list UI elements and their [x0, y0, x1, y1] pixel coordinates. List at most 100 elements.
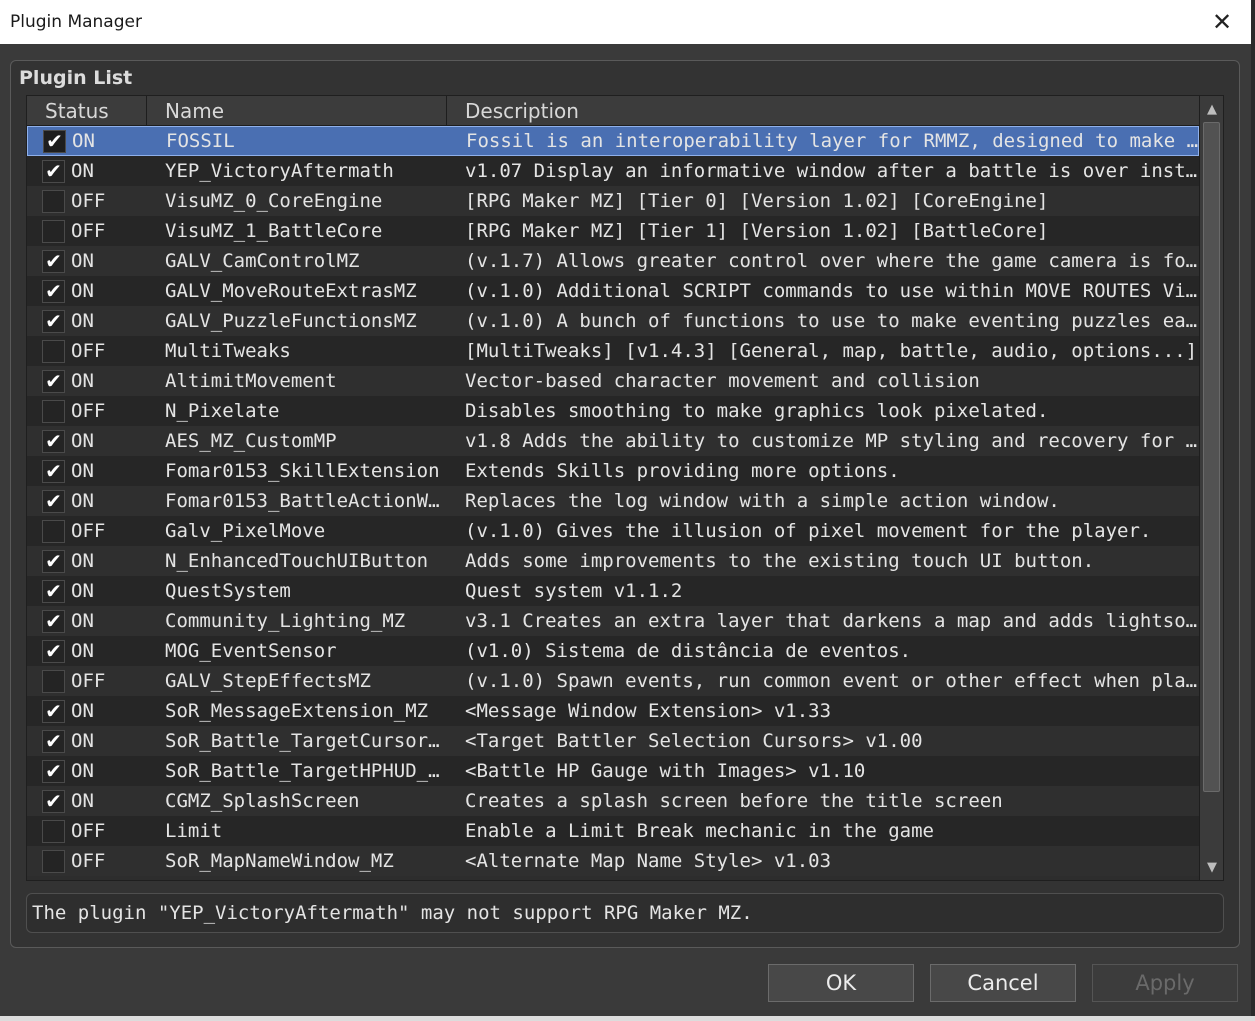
plugin-description: Replaces the log window with a simple ac… [465, 490, 1060, 512]
status-checkbox[interactable]: ✔ [42, 489, 65, 513]
status-text: ON [71, 280, 94, 302]
table-row[interactable]: ✔ ON SoR_Battle_TargetCursor_MZ <Target Bat… [27, 726, 1199, 756]
status-text: ON [71, 700, 94, 722]
plugin-list[interactable]: Status Name Description ✔ ON FOSSIL Fossil … [26, 95, 1224, 881]
status-checkbox[interactable]: ✔ [42, 459, 65, 483]
table-row[interactable]: OFF Galv_PixelMove (v.1.0) Gives the illus… [27, 516, 1199, 546]
table-row[interactable]: OFF SoR_MapNameWindow_MZ <Alternate Map Na… [27, 846, 1199, 876]
close-icon[interactable]: ✕ [1205, 6, 1239, 38]
table-row[interactable]: ✔ ON Fomar0153_BattleActionWi… Replaces the… [27, 486, 1199, 516]
plugin-name: MultiTweaks [165, 340, 291, 362]
vertical-scrollbar[interactable]: ▲ ▼ [1199, 96, 1223, 880]
status-checkbox[interactable] [42, 849, 65, 873]
status-checkbox[interactable] [42, 399, 65, 423]
plugin-description: Enable a Limit Break mechanic in the gam… [465, 820, 934, 842]
scroll-up-icon[interactable]: ▲ [1200, 98, 1223, 120]
plugin-name: Fomar0153_BattleActionWi… [165, 490, 447, 512]
status-checkbox[interactable] [42, 819, 65, 843]
plugin-description: Adds some improvements to the existing t… [465, 550, 1095, 572]
table-row[interactable]: ✔ ON Fomar0153_SkillExtension Extends Skill… [27, 456, 1199, 486]
status-checkbox[interactable] [42, 219, 65, 243]
apply-button[interactable]: Apply [1092, 964, 1238, 1002]
status-checkbox[interactable]: ✔ [42, 159, 65, 183]
plugin-description: Disables smoothing to make graphics look… [465, 400, 1049, 422]
table-row[interactable]: OFF Limit Enable a Limit Break mechanic in… [27, 816, 1199, 846]
plugin-description: [RPG Maker MZ] [Tier 1] [Version 1.02] [… [465, 220, 1049, 242]
status-checkbox[interactable]: ✔ [42, 729, 65, 753]
status-checkbox[interactable]: ✔ [42, 609, 65, 633]
check-icon: ✔ [45, 489, 62, 513]
status-text: OFF [71, 820, 106, 842]
table-row[interactable]: ✔ ON SoR_MessageExtension_MZ <Message Windo… [27, 696, 1199, 726]
table-row[interactable]: OFF N_Pixelate Disables smoothing to make … [27, 396, 1199, 426]
table-row[interactable]: OFF MultiTweaks [MultiTweaks] [v1.4.3] [Ge… [27, 336, 1199, 366]
plugin-name: YEP_VictoryAftermath [165, 160, 394, 182]
table-row[interactable]: ✔ ON FOSSIL Fossil is an interoperability l… [27, 126, 1200, 156]
scrollbar-thumb[interactable] [1203, 122, 1220, 792]
status-checkbox[interactable]: ✔ [43, 129, 66, 153]
status-message: The plugin "YEP_VictoryAftermath" may no… [26, 893, 1224, 933]
table-row[interactable]: ✔ ON YEP_VictoryAftermath v1.07 Display an … [27, 156, 1199, 186]
plugin-description: <Battle HP Gauge with Images> v1.10 [465, 760, 866, 782]
cancel-button[interactable]: Cancel [930, 964, 1076, 1002]
status-checkbox[interactable]: ✔ [42, 369, 65, 393]
plugin-name: GALV_PuzzleFunctionsMZ [165, 310, 417, 332]
column-header-name[interactable]: Name [147, 96, 447, 126]
status-text: ON [71, 730, 94, 752]
status-checkbox[interactable] [42, 519, 65, 543]
status-text: OFF [71, 400, 106, 422]
column-header-status[interactable]: Status [27, 96, 147, 126]
check-icon: ✔ [46, 129, 63, 153]
table-row[interactable]: ✔ ON N_EnhancedTouchUIButton Adds some impr… [27, 546, 1199, 576]
plugin-description: v1.07 Display an informative window afte… [465, 160, 1199, 182]
check-icon: ✔ [45, 789, 62, 813]
plugin-name: MOG_EventSensor [165, 640, 337, 662]
status-checkbox[interactable]: ✔ [42, 249, 65, 273]
dialog-body: Plugin List Status Name Description ✔ ON F… [0, 44, 1251, 1016]
status-checkbox[interactable]: ✔ [42, 789, 65, 813]
table-row[interactable]: OFF GALV_StepEffectsMZ (v.1.0) Spawn event… [27, 666, 1199, 696]
status-checkbox[interactable]: ✔ [42, 759, 65, 783]
status-text: ON [71, 250, 94, 272]
table-row[interactable]: ✔ ON GALV_MoveRouteExtrasMZ (v.1.0) Additio… [27, 276, 1199, 306]
status-checkbox[interactable] [42, 339, 65, 363]
table-row[interactable]: ✔ ON CGMZ_SplashScreen Creates a splash scr… [27, 786, 1199, 816]
status-text: ON [71, 550, 94, 572]
status-checkbox[interactable]: ✔ [42, 579, 65, 603]
plugin-rows: ✔ ON FOSSIL Fossil is an interoperability l… [27, 126, 1200, 876]
table-row[interactable]: ✔ ON AES_MZ_CustomMP v1.8 Adds the ability … [27, 426, 1199, 456]
status-checkbox[interactable]: ✔ [42, 639, 65, 663]
status-text: ON [71, 790, 94, 812]
status-checkbox[interactable]: ✔ [42, 549, 65, 573]
status-checkbox[interactable]: ✔ [42, 699, 65, 723]
table-row[interactable]: ✔ ON Community_Lighting_MZ v3.1 Creates an … [27, 606, 1199, 636]
check-icon: ✔ [45, 279, 62, 303]
status-checkbox[interactable]: ✔ [42, 309, 65, 333]
status-text: ON [71, 430, 94, 452]
status-text: OFF [71, 520, 106, 542]
table-row[interactable]: ✔ ON GALV_PuzzleFunctionsMZ (v.1.0) A bunch… [27, 306, 1199, 336]
plugin-name: VisuMZ_0_CoreEngine [165, 190, 383, 212]
plugin-name: SoR_Battle_TargetHPHUD_MZ [165, 760, 447, 782]
table-row[interactable]: ✔ ON GALV_CamControlMZ (v.1.7) Allows great… [27, 246, 1199, 276]
table-row[interactable]: OFF VisuMZ_0_CoreEngine [RPG Maker MZ] [Ti… [27, 186, 1199, 216]
plugin-description: (v.1.0) Additional SCRIPT commands to us… [465, 280, 1199, 302]
column-header-description[interactable]: Description [447, 96, 1199, 126]
list-header: Status Name Description [27, 96, 1199, 126]
scroll-down-icon[interactable]: ▼ [1200, 856, 1223, 878]
plugin-name: AES_MZ_CustomMP [165, 430, 337, 452]
ok-button[interactable]: OK [768, 964, 914, 1002]
plugin-name: VisuMZ_1_BattleCore [165, 220, 383, 242]
status-checkbox[interactable] [42, 669, 65, 693]
plugin-description: (v.1.0) Gives the illusion of pixel move… [465, 520, 1152, 542]
status-checkbox[interactable]: ✔ [42, 429, 65, 453]
table-row[interactable]: ✔ ON SoR_Battle_TargetHPHUD_MZ <Battle HP G… [27, 756, 1199, 786]
plugin-description: <Alternate Map Name Style> v1.03 [465, 850, 832, 872]
table-row[interactable]: ✔ ON MOG_EventSensor (v1.0) Sistema de dist… [27, 636, 1199, 666]
table-row[interactable]: ✔ ON QuestSystem Quest system v1.1.2 [27, 576, 1199, 606]
table-row[interactable]: OFF VisuMZ_1_BattleCore [RPG Maker MZ] [Ti… [27, 216, 1199, 246]
table-row[interactable]: ✔ ON AltimitMovement Vector-based character… [27, 366, 1199, 396]
plugin-list-group: Plugin List Status Name Description ✔ ON F… [10, 60, 1240, 948]
status-checkbox[interactable]: ✔ [42, 279, 65, 303]
status-checkbox[interactable] [42, 189, 65, 213]
